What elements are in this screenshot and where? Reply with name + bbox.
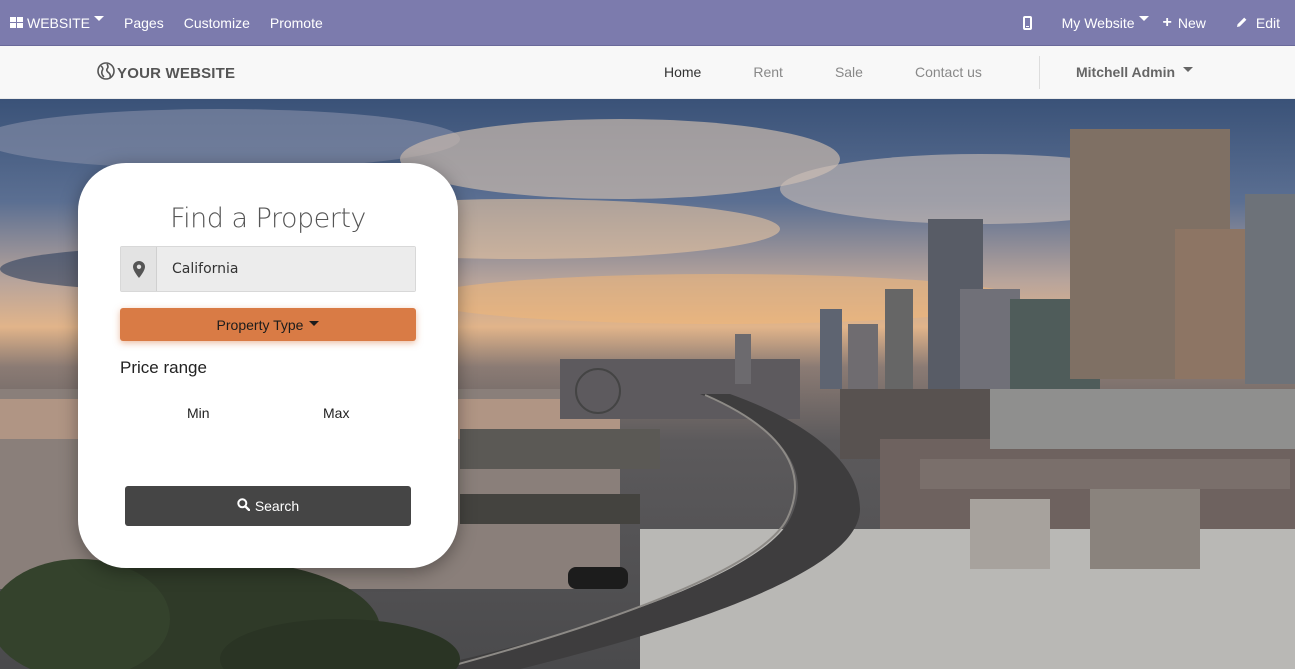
card-title: Find a Property (170, 203, 366, 234)
user-menu[interactable]: Mitchell Admin (1076, 64, 1193, 80)
caret-down-icon (94, 16, 105, 21)
location-input-group (120, 246, 416, 292)
new-label: New (1177, 14, 1206, 31)
mobile-preview-button[interactable] (1022, 15, 1032, 30)
edit-button[interactable]: Edit (1236, 15, 1280, 31)
main-menu: Home Rent Sale Contact us (664, 64, 1034, 80)
website-apps-menu[interactable]: WEBSITE (10, 14, 105, 31)
caret-down-icon (1182, 66, 1193, 72)
website-switcher[interactable]: My Website (1062, 15, 1149, 31)
location-input[interactable] (157, 247, 415, 291)
search-button[interactable]: Search (125, 486, 411, 526)
caret-down-icon (309, 321, 320, 326)
website-navbar: YOUR WEBSITE Home Rent Sale Contact us M… (0, 46, 1295, 99)
mobile-icon (1022, 15, 1032, 30)
nav-divider (1039, 56, 1040, 89)
nav-sale[interactable]: Sale (835, 64, 863, 80)
pencil-icon (1236, 15, 1248, 31)
edit-label: Edit (1255, 14, 1280, 31)
plus-icon: + (1162, 13, 1172, 31)
apps-grid-icon (10, 17, 23, 28)
nav-contact-us[interactable]: Contact us (915, 64, 982, 80)
map-marker-icon (121, 247, 157, 291)
user-name: Mitchell Admin (1076, 64, 1176, 80)
price-min-label[interactable]: Min (187, 405, 210, 421)
caret-down-icon (1138, 16, 1149, 21)
brand-name: YOUR WEBSITE (117, 64, 236, 82)
nav-home[interactable]: Home (664, 64, 701, 80)
nav-rent[interactable]: Rent (753, 64, 783, 80)
admin-bar: WEBSITE Pages Customize Promote My Websi… (0, 0, 1295, 46)
promote-menu[interactable]: Promote (270, 15, 323, 31)
price-max-label[interactable]: Max (323, 405, 349, 421)
brand-logo[interactable]: YOUR WEBSITE (97, 62, 235, 84)
pages-menu[interactable]: Pages (124, 15, 164, 31)
globe-icon (97, 62, 115, 84)
new-button[interactable]: + New (1162, 13, 1206, 31)
website-apps-label: WEBSITE (27, 14, 91, 31)
search-icon (237, 498, 251, 514)
property-type-label: Property Type (216, 316, 304, 333)
property-type-dropdown[interactable]: Property Type (120, 308, 416, 341)
price-range-label: Price range (120, 358, 207, 377)
search-label: Search (254, 498, 300, 514)
find-property-card: Find a Property Property Type Price rang… (78, 163, 458, 568)
website-switcher-label: My Website (1061, 14, 1135, 31)
customize-menu[interactable]: Customize (184, 15, 250, 31)
